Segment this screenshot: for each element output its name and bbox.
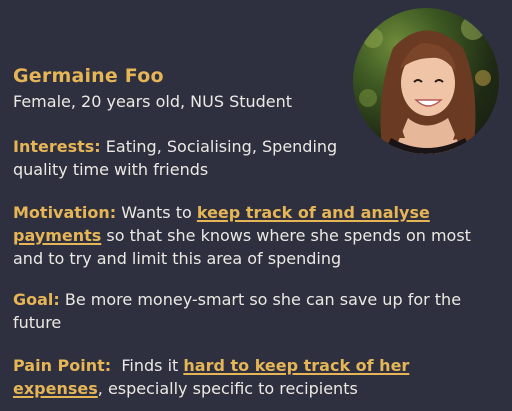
profile-photo — [353, 8, 499, 154]
pain-point-label: Pain Point: — [13, 356, 112, 375]
goal-section: Goal: Be more money-smart so she can sav… — [13, 288, 503, 334]
pain-point-section: Pain Point: Finds it hard to keep track … — [13, 354, 503, 400]
interests-label: Interests: — [13, 137, 101, 156]
persona-name: Germaine Foo — [13, 65, 164, 87]
pain-point-text-post: , especially specific to recipients — [97, 379, 358, 398]
motivation-label: Motivation: — [13, 203, 117, 222]
goal-text: Be more money-smart so she can save up f… — [13, 290, 462, 332]
motivation-text-pre: Wants to — [116, 203, 197, 222]
interests-section: Interests: Eating, Socialising, Spending… — [13, 135, 373, 181]
portrait-image — [359, 16, 491, 154]
goal-label: Goal: — [13, 290, 60, 309]
pain-point-text-pre: Finds it — [111, 356, 184, 375]
persona-subtitle: Female, 20 years old, NUS Student — [13, 92, 293, 111]
motivation-section: Motivation: Wants to keep track of and a… — [13, 201, 503, 270]
persona-card: Germaine Foo Female, 20 years old, NUS S… — [0, 0, 512, 411]
